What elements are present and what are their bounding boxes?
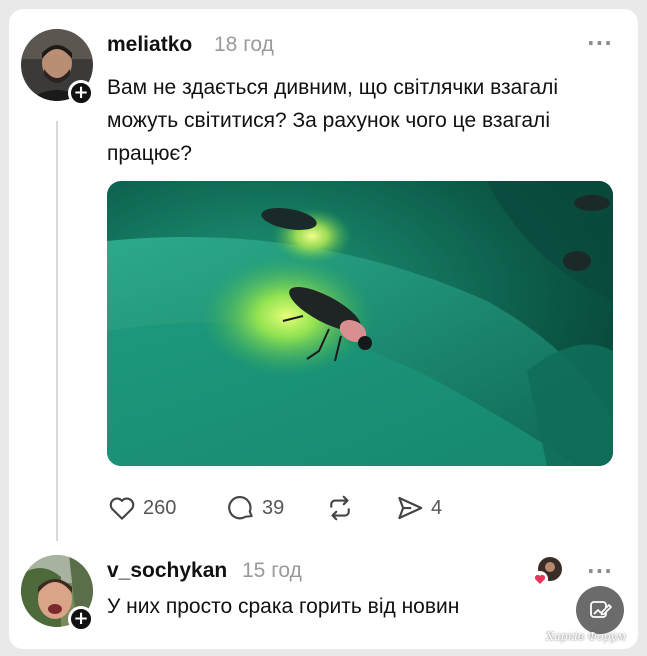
comment-button[interactable]: 39	[226, 493, 284, 523]
comments-count: 39	[262, 496, 285, 519]
more-horizontal-icon[interactable]: ···	[587, 559, 613, 583]
shares-count: 4	[431, 496, 443, 519]
like-button[interactable]: 260	[107, 493, 176, 523]
reply-text: У них просто срака горить від новин	[107, 595, 460, 618]
share-button[interactable]: 4	[395, 493, 442, 523]
reply-time: 15 год	[242, 559, 302, 582]
follow-plus-icon[interactable]: +	[68, 606, 94, 632]
edit-image-button[interactable]	[576, 586, 624, 634]
send-icon	[398, 496, 423, 520]
post-time: 18 год	[214, 33, 274, 56]
edit-image-icon	[590, 601, 612, 618]
liked-by-author-badge	[530, 555, 564, 589]
watermark: Харків Форум	[546, 630, 626, 643]
author-username[interactable]: meliatko	[107, 33, 192, 57]
comment-icon	[228, 496, 253, 520]
more-horizontal-icon[interactable]: ···	[587, 31, 613, 55]
thread-card: + meliatko 18 год ··· Вам не здається ди…	[9, 9, 638, 649]
repost-icon	[330, 495, 350, 521]
thread-line	[56, 121, 58, 541]
post-image[interactable]	[107, 181, 613, 466]
repost-button[interactable]	[325, 493, 361, 523]
post-actions: 260 39 4	[107, 493, 507, 523]
heart-icon	[109, 497, 135, 520]
follow-plus-icon[interactable]: +	[68, 80, 94, 106]
post-text: Вам не здається дивним, що світлячки вза…	[107, 76, 559, 165]
reply-username[interactable]: v_sochykan	[107, 559, 227, 583]
likes-count: 260	[143, 496, 177, 519]
